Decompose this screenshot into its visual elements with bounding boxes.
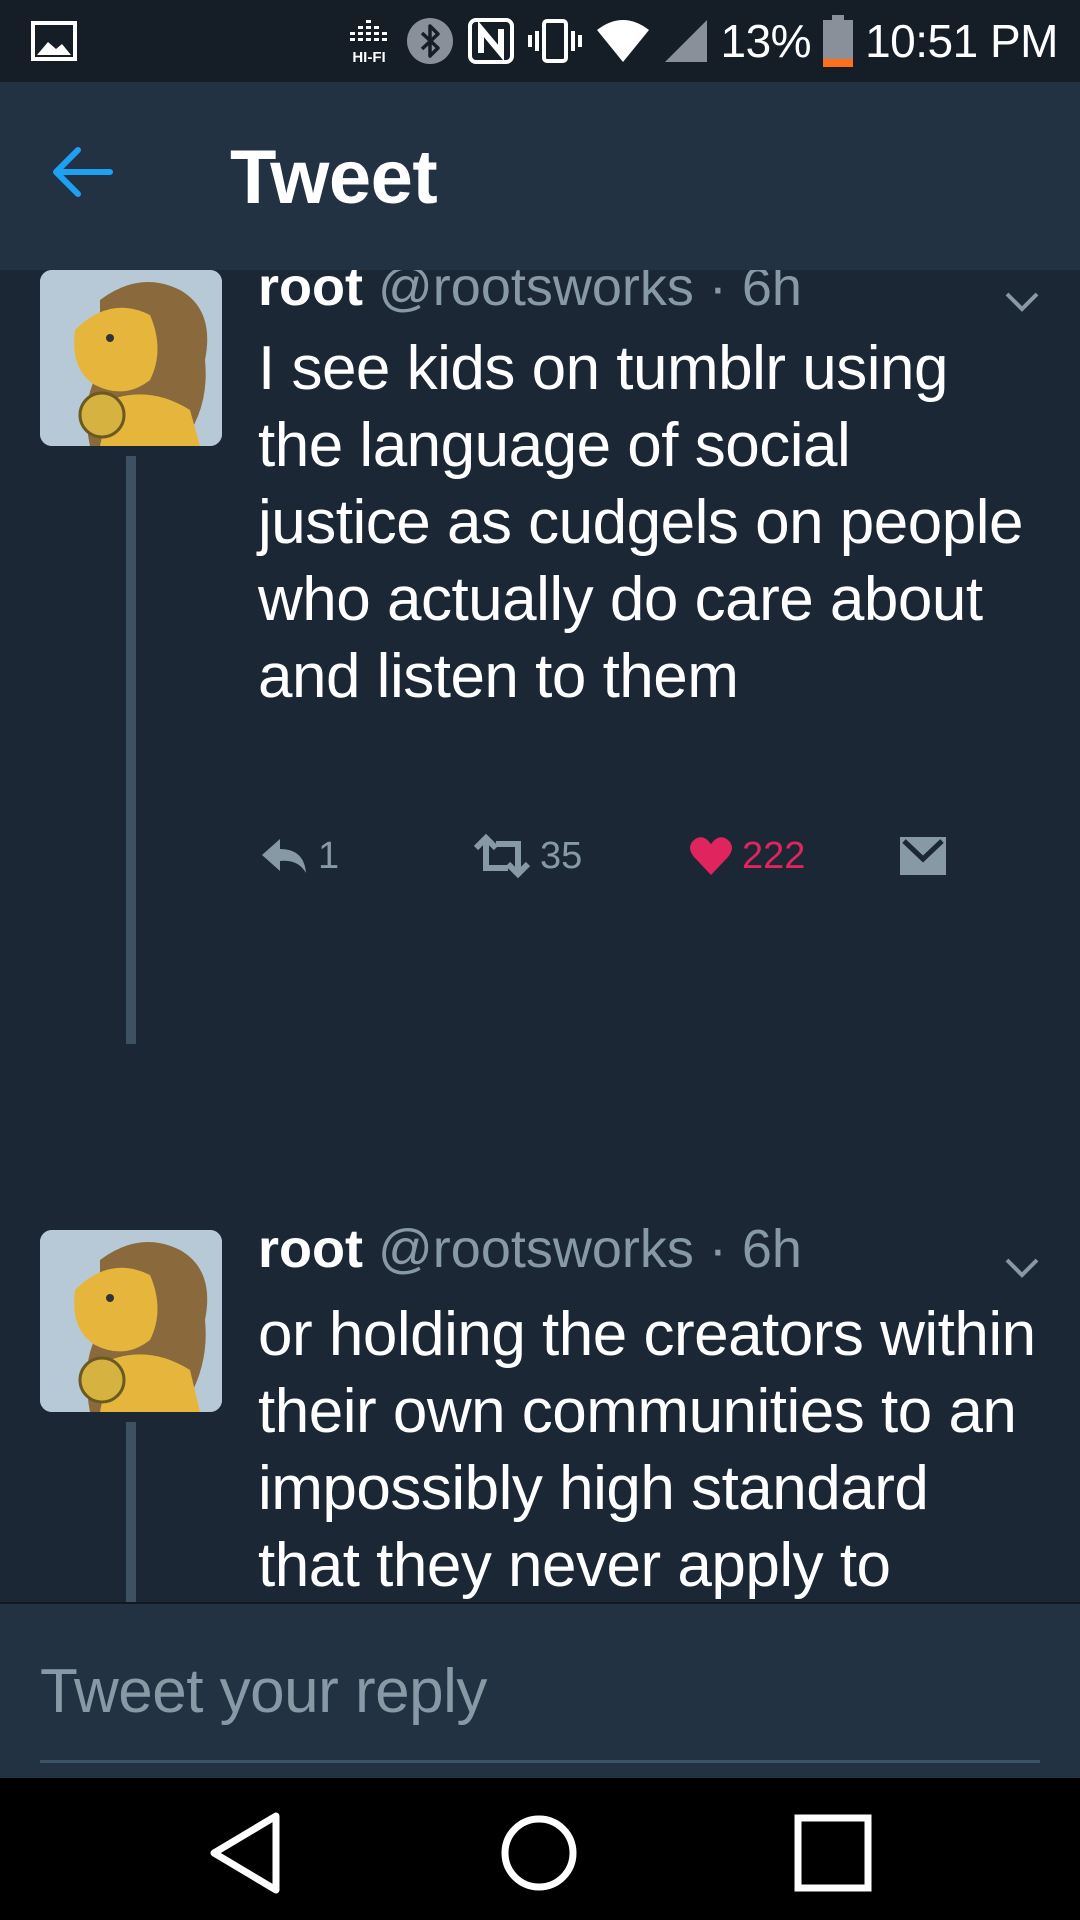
reply-input-underline bbox=[40, 1760, 1040, 1763]
nfc-icon bbox=[467, 18, 514, 64]
reply-icon bbox=[262, 839, 306, 873]
retweet-button[interactable]: 35 bbox=[472, 830, 582, 882]
status-icons: HI-FI 13% 10:51 PM bbox=[345, 0, 1058, 82]
tweet-author-name[interactable]: root bbox=[258, 270, 363, 317]
reply-input[interactable]: Tweet your reply bbox=[40, 1656, 1040, 1736]
tweet-author-name[interactable]: root bbox=[258, 1219, 363, 1279]
page-title: Tweet bbox=[230, 135, 438, 220]
back-triangle-icon[interactable] bbox=[200, 1808, 290, 1898]
battery-icon bbox=[823, 15, 854, 67]
like-button[interactable]: 222 bbox=[688, 830, 805, 882]
reply-composer: Tweet your reply bbox=[0, 1602, 1080, 1778]
home-circle-icon[interactable] bbox=[494, 1808, 584, 1898]
tweet-text: or holding the creators within their own… bbox=[258, 1300, 1036, 1600]
avatar[interactable] bbox=[40, 1230, 222, 1412]
clock: 10:51 PM bbox=[865, 15, 1058, 67]
thread-line bbox=[126, 1422, 136, 1602]
envelope-icon bbox=[900, 837, 946, 875]
direct-message-button[interactable] bbox=[898, 830, 948, 882]
thread-line bbox=[126, 456, 136, 1044]
battery-percent: 13% bbox=[720, 15, 812, 67]
retweet-icon bbox=[473, 834, 531, 878]
tweet-time: 6h bbox=[741, 1219, 802, 1279]
app-header: Tweet bbox=[0, 82, 1080, 270]
tweet-actions: 1 35 222 bbox=[258, 830, 978, 882]
tweet-author-handle[interactable]: @rootsworks bbox=[378, 1219, 694, 1279]
wifi-icon bbox=[596, 20, 649, 62]
bluetooth-icon bbox=[406, 18, 453, 64]
lion-avatar-icon bbox=[40, 270, 222, 446]
hifi-icon: HI-FI bbox=[349, 20, 387, 66]
avatar[interactable] bbox=[40, 270, 222, 446]
gallery-icon bbox=[31, 21, 77, 61]
reply-button[interactable]: 1 bbox=[258, 830, 339, 882]
tweet-author-handle[interactable]: @rootsworks bbox=[378, 270, 694, 317]
chevron-down-icon[interactable] bbox=[1003, 290, 1041, 314]
recents-square-icon[interactable] bbox=[788, 1808, 878, 1898]
tweet-text: I see kids on tumblr using the language … bbox=[258, 334, 1023, 711]
heart-icon bbox=[690, 837, 732, 875]
tweet-header: root @rootsworks · 6h bbox=[258, 270, 802, 318]
cell-signal-icon bbox=[664, 20, 707, 62]
reply-count: 1 bbox=[318, 834, 340, 877]
tweet-header: root @rootsworks · 6h bbox=[258, 1218, 802, 1280]
tweet-separator: · bbox=[708, 1219, 727, 1279]
retweet-count: 35 bbox=[540, 834, 583, 877]
system-nav-bar bbox=[0, 1778, 1080, 1920]
arrow-left-icon[interactable] bbox=[48, 142, 116, 202]
chevron-down-icon[interactable] bbox=[1003, 1256, 1041, 1280]
like-count: 222 bbox=[742, 834, 806, 877]
status-bar: HI-FI 13% 10:51 PM bbox=[0, 0, 1080, 82]
vibrate-icon bbox=[527, 19, 582, 63]
tweet-time: 6h bbox=[741, 270, 802, 317]
lion-avatar-icon bbox=[40, 1230, 222, 1412]
tweet-separator: · bbox=[708, 270, 727, 317]
hifi-label: HI-FI bbox=[352, 49, 385, 66]
tweet-thread[interactable]: root @rootsworks · 6h I see kids on tumb… bbox=[0, 270, 1080, 1602]
